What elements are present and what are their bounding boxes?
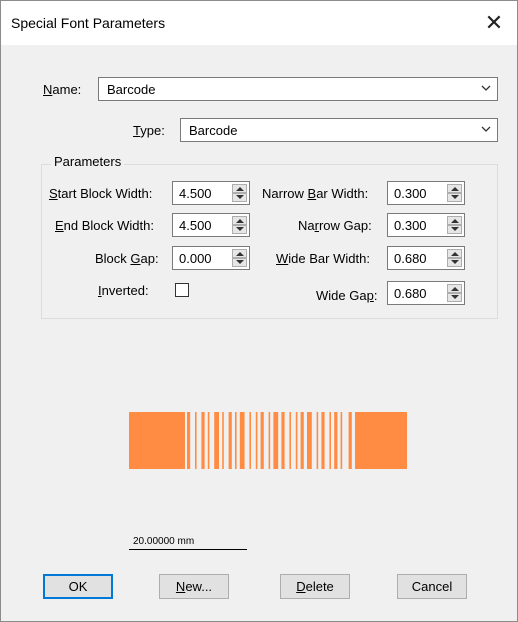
spin-down-icon[interactable]	[447, 225, 462, 234]
spin-down-icon[interactable]	[447, 293, 462, 302]
type-value: Barcode	[189, 123, 238, 138]
spin-down-icon[interactable]	[232, 258, 247, 267]
block-gap-spinner[interactable]: 0.000	[172, 246, 250, 270]
block-gap-value: 0.000	[179, 251, 212, 266]
barcode-bar	[295, 412, 298, 469]
start-block-width-value: 4.500	[179, 186, 212, 201]
barcode-bar	[300, 412, 304, 469]
spin-up-icon[interactable]	[447, 249, 462, 258]
type-dropdown[interactable]: Barcode	[180, 118, 498, 142]
special-font-parameters-dialog: Special Font Parameters ✕ Name: Barcode …	[0, 0, 518, 622]
barcode-bar	[268, 412, 271, 469]
wide-bar-width-value: 0.680	[394, 251, 427, 266]
barcode-bar	[207, 412, 210, 469]
parameters-group-title: Parameters	[51, 154, 125, 169]
barcode-bar	[340, 412, 343, 469]
barcode-bar	[195, 412, 197, 469]
barcode-preview	[129, 412, 407, 469]
scale-label: 20.00000 mm	[133, 536, 195, 547]
barcode-bar	[255, 412, 258, 469]
name-dropdown[interactable]: Barcode	[98, 77, 498, 101]
start-block-width-spinner[interactable]: 4.500	[172, 181, 250, 205]
wide-gap-spinner[interactable]: 0.680	[387, 281, 465, 305]
narrow-bar-width-spinner[interactable]: 0.300	[387, 181, 465, 205]
scale-bar	[129, 549, 247, 550]
barcode-bar	[214, 412, 219, 469]
inverted-checkbox[interactable]	[175, 283, 189, 297]
barcode-bar	[228, 412, 232, 469]
delete-button[interactable]: Delete	[280, 574, 350, 599]
barcode-bar	[348, 412, 352, 469]
wide-gap-label: Wide Gap:	[316, 288, 378, 303]
wide-gap-value: 0.680	[394, 286, 427, 301]
spin-down-icon[interactable]	[447, 193, 462, 202]
close-icon[interactable]: ✕	[479, 9, 509, 37]
barcode-bar	[281, 412, 285, 469]
spin-up-icon[interactable]	[232, 216, 247, 225]
barcode-bar	[307, 412, 312, 469]
barcode-bar	[239, 412, 245, 469]
barcode-bar	[355, 412, 407, 469]
barcode-bar	[334, 412, 338, 469]
title-bar: Special Font Parameters ✕	[1, 1, 517, 45]
barcode-bar	[321, 412, 325, 469]
inverted-label: Inverted:	[98, 283, 149, 298]
narrow-gap-value: 0.300	[394, 218, 427, 233]
narrow-gap-spinner[interactable]: 0.300	[387, 213, 465, 237]
barcode-bar	[187, 412, 191, 469]
end-block-width-value: 4.500	[179, 218, 212, 233]
spin-up-icon[interactable]	[232, 184, 247, 193]
barcode-bar	[222, 412, 224, 469]
name-value: Barcode	[107, 82, 156, 97]
barcode-bar	[289, 412, 291, 469]
chevron-down-icon	[481, 126, 491, 132]
window-title: Special Font Parameters	[11, 15, 166, 31]
barcode-bar	[235, 412, 237, 469]
spin-up-icon[interactable]	[447, 284, 462, 293]
spin-up-icon[interactable]	[447, 216, 462, 225]
new-button[interactable]: New...	[159, 574, 229, 599]
wide-bar-width-spinner[interactable]: 0.680	[387, 246, 465, 270]
start-block-width-label: Start Block Width:	[49, 186, 153, 201]
spin-up-icon[interactable]	[232, 249, 247, 258]
barcode-bar	[249, 412, 251, 469]
barcode-bar	[201, 412, 205, 469]
spin-down-icon[interactable]	[232, 225, 247, 234]
spin-up-icon[interactable]	[447, 184, 462, 193]
narrow-bar-width-label: Narrow Bar Width:	[262, 186, 369, 201]
ok-button[interactable]: OK	[43, 574, 113, 599]
name-label: Name:	[43, 82, 82, 97]
spin-down-icon[interactable]	[447, 258, 462, 267]
narrow-bar-width-value: 0.300	[394, 186, 427, 201]
chevron-down-icon	[481, 85, 491, 91]
end-block-width-spinner[interactable]: 4.500	[172, 213, 250, 237]
barcode-bar	[329, 412, 331, 469]
wide-bar-width-label: Wide Bar Width:	[276, 251, 370, 266]
barcode-bar	[273, 412, 279, 469]
type-label: Type:	[133, 123, 165, 138]
narrow-gap-label: Narrow Gap:	[298, 218, 372, 233]
barcode-bar	[260, 412, 264, 469]
cancel-button[interactable]: Cancel	[397, 574, 467, 599]
barcode-bar	[129, 412, 185, 469]
end-block-width-label: End Block Width:	[55, 218, 154, 233]
barcode-bar	[316, 412, 319, 469]
spin-down-icon[interactable]	[232, 193, 247, 202]
block-gap-label: Block Gap:	[95, 251, 159, 266]
